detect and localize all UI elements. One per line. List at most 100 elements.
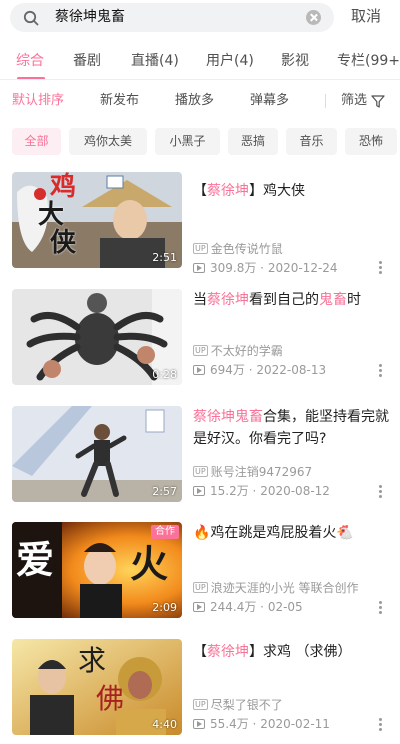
video-card[interactable]: 爱 火 合作 2:09 🔥鸡在跳是鸡屁股着火🐔 UP 浪迹天涯的小光 等联合创作 … bbox=[0, 522, 400, 638]
category-tabs: 综合 番剧 直播(4) 用户(4) 影视 专栏(99+) bbox=[0, 44, 400, 80]
chip-tag[interactable]: 鸡你太美 bbox=[69, 128, 147, 155]
title-part: 🔥鸡在跳是鸡屁股着火🐔 bbox=[193, 525, 354, 541]
video-thumbnail[interactable]: 鸡 大 侠 2:51 bbox=[12, 172, 182, 268]
clear-icon[interactable] bbox=[306, 10, 321, 25]
search-input[interactable]: 蔡徐坤鬼畜 bbox=[10, 3, 334, 32]
title-part: 【 bbox=[193, 644, 207, 660]
thumbnail-caption: 求 bbox=[78, 644, 107, 677]
cancel-button[interactable]: 取消 bbox=[351, 6, 381, 26]
title-highlight: 鬼畜 bbox=[319, 292, 347, 308]
tab-bangumi[interactable]: 番剧 bbox=[73, 52, 101, 70]
search-bar: 蔡徐坤鬼畜 取消 bbox=[0, 0, 400, 36]
separator: · bbox=[248, 484, 261, 498]
video-thumbnail[interactable]: 爱 火 合作 2:09 bbox=[12, 522, 182, 618]
tag-chips: 全部 鸡你太美 小黑子 恶搞 音乐 恐怖 bbox=[0, 128, 400, 156]
view-count: 244.4万 bbox=[210, 600, 257, 614]
video-duration: 0:28 bbox=[152, 368, 177, 381]
video-duration: 4:40 bbox=[152, 718, 177, 731]
thumbnail-caption: 侠 bbox=[50, 228, 77, 258]
video-title[interactable]: 当蔡徐坤看到自己的鬼畜时 bbox=[193, 289, 389, 311]
publish-date: 2020-12-24 bbox=[267, 261, 338, 275]
video-card[interactable]: 2:57 蔡徐坤鬼畜合集，能坚持看完就是好汉。你看完了吗? UP 账号注销9472… bbox=[0, 406, 400, 522]
video-title[interactable]: 🔥鸡在跳是鸡屁股着火🐔 bbox=[193, 522, 389, 544]
video-card[interactable]: 鸡 大 侠 2:51 【蔡徐坤】鸡大侠 UP 金色传说竹鼠 309.8万 · 20… bbox=[0, 172, 400, 288]
view-count: 55.4万 bbox=[210, 717, 249, 731]
play-count-icon bbox=[193, 486, 205, 496]
title-highlight: 蔡徐坤 bbox=[207, 183, 249, 199]
chip-all[interactable]: 全部 bbox=[12, 128, 61, 155]
up-badge: UP bbox=[193, 243, 208, 254]
title-highlight: 蔡徐坤 bbox=[207, 644, 249, 660]
publish-date: 02-05 bbox=[267, 600, 303, 614]
more-options-icon[interactable] bbox=[379, 601, 383, 615]
video-thumbnail[interactable]: 0:28 bbox=[12, 289, 182, 385]
thumbnail-caption: 火 bbox=[130, 542, 169, 586]
view-count: 694万 bbox=[210, 363, 245, 377]
more-options-icon[interactable] bbox=[379, 261, 383, 275]
separator: · bbox=[248, 717, 261, 731]
title-part: 】求鸡 （求佛） bbox=[249, 644, 352, 660]
chip-tag[interactable]: 小黑子 bbox=[155, 128, 220, 155]
thumbnail-caption: 爱 bbox=[16, 538, 55, 582]
thumbnail-caption: 佛 bbox=[96, 682, 125, 715]
title-highlight: 蔡徐坤鬼畜 bbox=[193, 409, 263, 425]
up-badge: UP bbox=[193, 582, 208, 593]
tab-articles[interactable]: 专栏(99+) bbox=[337, 52, 400, 70]
uploader-name[interactable]: 不太好的学霸 bbox=[211, 344, 283, 358]
sort-most-danmaku[interactable]: 弹幕多 bbox=[250, 93, 289, 109]
sort-most-played[interactable]: 播放多 bbox=[175, 93, 214, 109]
video-card[interactable]: 求 佛 4:40 【蔡徐坤】求鸡 （求佛） UP 尽梨了银不了 55.4万 · 2… bbox=[0, 639, 400, 744]
video-thumbnail[interactable]: 2:57 bbox=[12, 406, 182, 502]
publish-date: 2020-02-11 bbox=[260, 717, 330, 731]
tab-live[interactable]: 直播(4) bbox=[131, 52, 179, 70]
uploader-name[interactable]: 浪迹天涯的小光 等联合创作 bbox=[211, 581, 359, 595]
publish-date: 2020-08-12 bbox=[260, 484, 330, 498]
sort-bar: 默认排序 新发布 播放多 弹幕多 筛选 bbox=[0, 88, 400, 114]
video-card[interactable]: 0:28 当蔡徐坤看到自己的鬼畜时 UP 不太好的学霸 694万 · 2022-0… bbox=[0, 289, 400, 405]
title-part: 】鸡大侠 bbox=[249, 183, 305, 199]
sort-default[interactable]: 默认排序 bbox=[12, 93, 64, 109]
filter-button[interactable]: 筛选 bbox=[341, 93, 367, 109]
collab-badge: 合作 bbox=[151, 525, 179, 539]
title-part: 当 bbox=[193, 292, 207, 308]
more-options-icon[interactable] bbox=[379, 485, 383, 499]
chip-tag[interactable]: 恐怖 bbox=[345, 128, 397, 155]
uploader-name[interactable]: 账号注销9472967 bbox=[211, 465, 312, 479]
uploader-row: UP 金色传说竹鼠 bbox=[193, 242, 283, 257]
stats-row: 309.8万 · 2020-12-24 bbox=[193, 261, 338, 276]
play-count-icon bbox=[193, 263, 205, 273]
title-part: 时 bbox=[347, 292, 361, 308]
divider bbox=[325, 94, 326, 108]
stats-row: 244.4万 · 02-05 bbox=[193, 600, 303, 615]
uploader-name[interactable]: 尽梨了银不了 bbox=[211, 698, 283, 712]
more-options-icon[interactable] bbox=[379, 718, 383, 732]
more-options-icon[interactable] bbox=[379, 364, 383, 378]
separator: · bbox=[256, 261, 268, 275]
uploader-name[interactable]: 金色传说竹鼠 bbox=[211, 242, 283, 256]
tab-film[interactable]: 影视 bbox=[281, 52, 309, 70]
thumbnail-caption: 鸡 bbox=[50, 172, 77, 202]
chip-tag[interactable]: 恶搞 bbox=[228, 128, 278, 155]
uploader-row: UP 账号注销9472967 bbox=[193, 465, 312, 480]
uploader-row: UP 浪迹天涯的小光 等联合创作 bbox=[193, 581, 359, 596]
video-duration: 2:09 bbox=[152, 601, 177, 614]
uploader-row: UP 不太好的学霸 bbox=[193, 344, 283, 359]
up-badge: UP bbox=[193, 345, 208, 356]
up-badge: UP bbox=[193, 699, 208, 710]
filter-icon[interactable] bbox=[371, 95, 385, 108]
video-thumbnail[interactable]: 求 佛 4:40 bbox=[12, 639, 182, 735]
video-title[interactable]: 【蔡徐坤】求鸡 （求佛） bbox=[193, 641, 389, 663]
sort-newest[interactable]: 新发布 bbox=[100, 93, 139, 109]
tab-all[interactable]: 综合 bbox=[16, 52, 44, 70]
video-title[interactable]: 【蔡徐坤】鸡大侠 bbox=[193, 180, 389, 202]
chip-tag[interactable]: 音乐 bbox=[286, 128, 337, 155]
tab-users[interactable]: 用户(4) bbox=[206, 52, 254, 70]
stats-row: 694万 · 2022-08-13 bbox=[193, 363, 326, 378]
video-duration: 2:57 bbox=[152, 485, 177, 498]
stats-row: 55.4万 · 2020-02-11 bbox=[193, 717, 330, 732]
uploader-row: UP 尽梨了银不了 bbox=[193, 698, 283, 713]
video-title[interactable]: 蔡徐坤鬼畜合集，能坚持看完就是好汉。你看完了吗? bbox=[193, 406, 389, 450]
publish-date: 2022-08-13 bbox=[256, 363, 327, 377]
view-count: 309.8万 bbox=[210, 261, 257, 275]
thumbnail-caption: 大 bbox=[38, 200, 65, 230]
